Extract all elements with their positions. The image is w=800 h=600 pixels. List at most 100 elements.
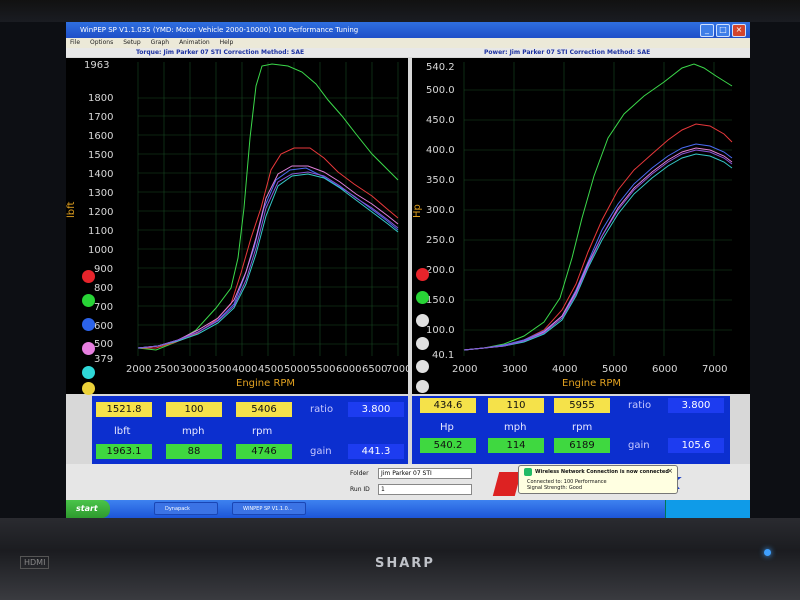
torque-readout-panel: 1521.8 100 5406 ratio 3.800 lbft mph rpm… xyxy=(92,396,408,464)
power-cursor-value: 434.6 xyxy=(420,398,476,413)
power-xlabel: Engine RPM xyxy=(562,378,621,389)
menu-graph[interactable]: Graph xyxy=(151,38,169,48)
torque-ratio-label: ratio xyxy=(310,404,334,415)
close-icon[interactable]: × xyxy=(732,24,746,37)
torque-run-dot[interactable] xyxy=(82,366,95,379)
power-run-dot[interactable] xyxy=(416,314,429,327)
close-icon[interactable]: × xyxy=(667,467,673,475)
dynapack-logo xyxy=(492,472,522,496)
torque-ytick: 1800 xyxy=(88,93,113,104)
torque-xlabel: Engine RPM xyxy=(236,378,295,389)
monitor-brand: SHARP xyxy=(375,556,435,571)
torque-run-dot[interactable] xyxy=(82,270,95,283)
torque-xtick: 7000 xyxy=(386,364,408,375)
window-titlebar: WinPEP SP V1.1.035 (YMD: Motor Vehicle 2… xyxy=(66,22,750,38)
power-ylabel: Hp xyxy=(412,204,423,218)
torque-ytick: 379 xyxy=(94,354,113,365)
hdmi-label: HDMI xyxy=(20,556,50,569)
torque-ratio-value: 3.800 xyxy=(348,402,404,417)
menu-file[interactable]: File xyxy=(70,38,80,48)
torque-xtick: 4500 xyxy=(258,364,283,375)
torque-ytick: 1300 xyxy=(88,188,113,199)
menu-animation[interactable]: Animation xyxy=(179,38,210,48)
power-xtick: 5000 xyxy=(602,364,627,375)
window-title: WinPEP SP V1.1.035 (YMD: Motor Vehicle 2… xyxy=(80,26,359,34)
torque-gain-label: gain xyxy=(310,446,332,457)
power-run-dot[interactable] xyxy=(416,380,429,393)
power-header: Power: Jim Parker 07 STI Correction Meth… xyxy=(484,49,651,56)
run-id-field[interactable]: 1 xyxy=(378,484,472,495)
power-ratio-label: ratio xyxy=(628,400,652,411)
power-xtick: 2000 xyxy=(452,364,477,375)
power-ytick: 540.2 xyxy=(426,62,455,73)
torque-run-dot[interactable] xyxy=(82,294,95,307)
power-mph-label: mph xyxy=(504,422,527,433)
torque-cursor-rpm: 5406 xyxy=(236,402,292,417)
torque-xtick: 3000 xyxy=(180,364,205,375)
menu-setup[interactable]: Setup xyxy=(123,38,140,48)
power-ytick: 350.0 xyxy=(426,175,455,186)
torque-ytick: 700 xyxy=(94,302,113,313)
minimize-icon[interactable]: _ xyxy=(700,24,714,37)
torque-peak-rpm: 4746 xyxy=(236,444,292,459)
power-run-dot[interactable] xyxy=(416,337,429,350)
torque-ytick: 500 xyxy=(94,339,113,350)
power-xtick: 7000 xyxy=(702,364,727,375)
torque-peak-mph: 88 xyxy=(166,444,222,459)
power-unit-label: Hp xyxy=(440,422,454,433)
network-notification[interactable]: Wireless Network Connection is now conne… xyxy=(518,465,678,494)
power-ytick: 100.0 xyxy=(426,325,455,336)
torque-ylabel: lbft xyxy=(66,202,77,218)
taskbar-item-winpep[interactable]: WINPEP SP V1.1.0... xyxy=(232,502,306,515)
torque-unit-label: lbft xyxy=(114,426,131,437)
torque-ytick: 900 xyxy=(94,264,113,275)
notification-title: Wireless Network Connection is now conne… xyxy=(535,469,669,475)
power-run-dot[interactable] xyxy=(416,291,429,304)
torque-ytick: 1600 xyxy=(88,131,113,142)
torque-ytick: 800 xyxy=(94,283,113,294)
menu-options[interactable]: Options xyxy=(90,38,113,48)
power-xtick: 3000 xyxy=(502,364,527,375)
menu-help[interactable]: Help xyxy=(220,38,234,48)
torque-run-dot[interactable] xyxy=(82,382,95,395)
power-led-icon xyxy=(764,549,771,556)
system-tray xyxy=(665,500,750,518)
torque-ytick: 1500 xyxy=(88,150,113,161)
power-plot[interactable]: 540.2 500.0 450.0 400.0 350.0 300.0 250.… xyxy=(412,58,750,394)
power-peak-rpm: 6189 xyxy=(554,438,610,453)
torque-xtick: 5000 xyxy=(284,364,309,375)
start-button[interactable]: start xyxy=(66,500,110,518)
notification-line: Signal Strength: Good xyxy=(527,485,583,491)
torque-xtick: 2000 xyxy=(126,364,151,375)
torque-cursor-mph: 100 xyxy=(166,402,222,417)
torque-run-dot[interactable] xyxy=(82,318,95,331)
power-peak-value: 540.2 xyxy=(420,438,476,453)
power-ytick: 300.0 xyxy=(426,205,455,216)
torque-plot[interactable]: 1963 1800 1700 1600 1500 1400 1300 1200 … xyxy=(66,58,408,395)
torque-gain-value: 441.3 xyxy=(348,444,404,459)
power-xtick: 6000 xyxy=(652,364,677,375)
graph-header: Torque: Jim Parker 07 STI Correction Met… xyxy=(66,48,750,57)
power-ytick: 500.0 xyxy=(426,85,455,96)
torque-xtick: 4000 xyxy=(232,364,257,375)
power-rpm-label: rpm xyxy=(572,422,593,433)
power-ytick: 200.0 xyxy=(426,265,455,276)
folder-label: Folder xyxy=(350,470,369,477)
torque-run-dot[interactable] xyxy=(82,342,95,355)
power-run-dot[interactable] xyxy=(416,360,429,373)
torque-ytick: 1100 xyxy=(88,226,113,237)
power-gain-value: 105.6 xyxy=(668,438,724,453)
torque-ytick: 1200 xyxy=(88,207,113,218)
folder-field[interactable]: Jim Parker 07 STI xyxy=(378,468,472,479)
power-curve-cyan xyxy=(463,153,733,351)
maximize-icon[interactable]: □ xyxy=(716,24,730,37)
taskbar-item-dynapack[interactable]: Dynapack xyxy=(154,502,218,515)
torque-xtick: 6500 xyxy=(362,364,387,375)
torque-rpm-label: rpm xyxy=(252,426,273,437)
power-run-dot[interactable] xyxy=(416,268,429,281)
power-readout-panel: 434.6 110 5955 ratio 3.800 Hp mph rpm 54… xyxy=(412,396,730,464)
power-gain-label: gain xyxy=(628,440,650,451)
power-ytick: 40.1 xyxy=(432,350,454,361)
power-xtick: 4000 xyxy=(552,364,577,375)
taskbar: start Dynapack WINPEP SP V1.1.0... xyxy=(66,500,750,518)
